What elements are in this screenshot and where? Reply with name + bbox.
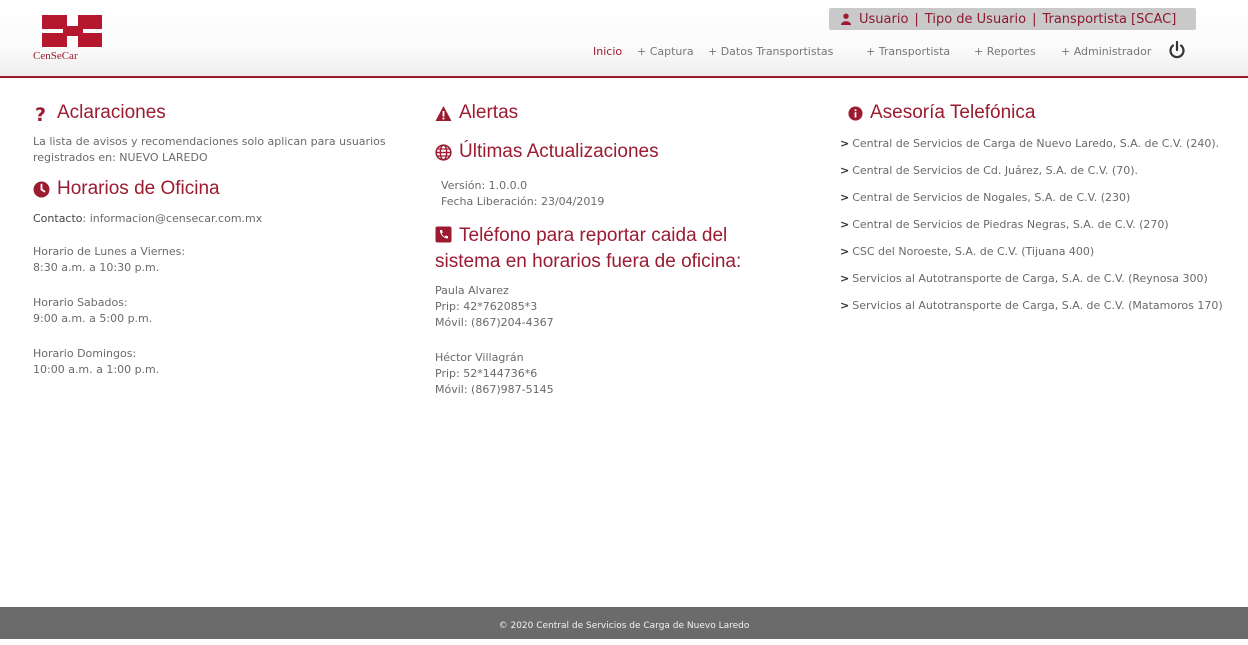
alertas-title: Alertas [459,102,519,123]
list-item[interactable]: > Central de Servicios de Piedras Negras,… [840,217,1225,233]
phone-heading: Teléfono para reportar caida del sistema… [435,223,785,275]
chevron-right-icon: > [840,272,850,285]
updates-title: Últimas Actualizaciones [459,141,659,162]
main-nav: Inicio + Captura + Datos Transportistas … [0,45,1248,63]
user-type: Tipo de Usuario [924,11,1027,27]
contact-name: Héctor Villagrán [435,351,524,364]
warning-icon [435,105,452,121]
contact-label: Contacto [33,212,83,225]
horarios-title: Horarios de Oficina [57,178,220,199]
list-item-label: Servicios al Autotransporte de Carga, S.… [852,299,1223,312]
sunday-value: 10:00 a.m. a 1:00 p.m. [33,363,160,376]
alertas-heading: Alertas [435,100,805,126]
separator: | [1032,11,1037,27]
weekdays-value: 8:30 a.m. a 10:30 p.m. [33,261,160,274]
asesoria-title: Asesoría Telefónica [870,102,1036,123]
contact-prip: Prip: 42*762085*3 [435,300,538,313]
user-role: Transportista [SCAC] [1042,11,1177,27]
aclaraciones-heading: ? Aclaraciones [33,100,403,126]
clock-icon [33,181,50,197]
column-middle: Alertas Últimas Actualizaciones Versión:… [425,100,805,398]
contact-mobile: Móvil: (867)204-4367 [435,316,554,329]
aclaraciones-title: Aclaraciones [57,102,166,123]
chevron-right-icon: > [840,137,850,150]
phone-title: Teléfono para reportar caida del sistema… [435,225,742,272]
nav-datos-transportistas[interactable]: + Datos Transportistas [708,45,833,58]
info-circle-icon [848,105,863,121]
globe-icon [435,143,452,161]
asesoria-list: > Central de Servicios de Carga de Nuevo … [840,136,1225,314]
separator: | [914,11,919,27]
chevron-right-icon: > [840,299,850,312]
nav-transportista[interactable]: + Transportista [866,45,950,58]
contact-line: Contacto: informacion@censecar.com.mx [33,211,403,227]
list-item-label: Central de Servicios de Nogales, S.A. de… [852,191,1131,204]
list-item[interactable]: > Servicios al Autotransporte de Carga, S… [840,298,1225,314]
footer-copyright: © 2020 Central de Servicios de Carga de … [498,621,750,631]
version: Versión: 1.0.0.0 [441,179,528,192]
list-item[interactable]: > Central de Servicios de Nogales, S.A. d… [840,190,1225,206]
user-info-bar[interactable]: Usuario | Tipo de Usuario | Transportist… [829,8,1196,30]
footer: © 2020 Central de Servicios de Carga de … [0,607,1248,639]
nav-inicio[interactable]: Inicio [593,45,622,58]
list-item-label: CSC del Noroeste, S.A. de C.V. (Tijuana … [852,245,1095,258]
nav-captura[interactable]: + Captura [637,45,694,58]
chevron-right-icon: > [840,218,850,231]
contact-prip: Prip: 52*144736*6 [435,367,538,380]
weekdays-label: Horario de Lunes a Viernes: [33,245,186,258]
list-item-label: Central de Servicios de Carga de Nuevo L… [852,137,1220,150]
list-item[interactable]: > Central de Servicios de Carga de Nuevo … [840,136,1225,152]
column-right: Asesoría Telefónica > Central de Servicio… [840,100,1225,325]
aclaraciones-text: La lista de avisos y recomendaciones sol… [33,135,386,164]
contact-email[interactable]: : informacion@censecar.com.mx [83,212,263,225]
nav-reportes[interactable]: + Reportes [974,45,1036,58]
horarios-heading: Horarios de Oficina [33,176,403,202]
list-item[interactable]: > Central de Servicios de Cd. Juárez, S.A… [840,163,1225,179]
release-date: Fecha Liberación: 23/04/2019 [441,195,605,208]
contact-name: Paula Alvarez [435,284,509,297]
contact-mobile: Móvil: (867)987-5145 [435,383,554,396]
updates-heading: Últimas Actualizaciones [435,139,805,165]
phone-contact: Héctor Villagrán Prip: 52*144736*6 Móvil… [435,350,805,398]
sunday-label: Horario Domingos: [33,347,137,360]
phone-square-icon [435,226,452,243]
saturday-value: 9:00 a.m. a 5:00 p.m. [33,312,153,325]
nav-administrador[interactable]: + Administrador [1061,45,1151,58]
list-item-label: Servicios al Autotransporte de Carga, S.… [852,272,1208,285]
user-icon [841,13,851,25]
list-item[interactable]: > Servicios al Autotransporte de Carga, S… [840,271,1225,287]
chevron-right-icon: > [840,245,850,258]
svg-text:?: ? [35,105,46,122]
chevron-right-icon: > [840,164,850,177]
question-icon: ? [35,105,46,122]
asesoria-heading: Asesoría Telefónica [848,100,1225,126]
list-item-label: Central de Servicios de Cd. Juárez, S.A.… [852,164,1138,177]
username: Usuario [859,11,909,27]
power-icon[interactable] [1167,40,1187,60]
list-item-label: Central de Servicios de Piedras Negras, … [852,218,1169,231]
phone-contact: Paula Alvarez Prip: 42*762085*3 Móvil: (… [435,283,805,331]
list-item[interactable]: > CSC del Noroeste, S.A. de C.V. (Tijuana… [840,244,1225,260]
header: CenSeCar Usuario | Tipo de Usuario | Tra… [0,0,1248,78]
saturday-label: Horario Sabados: [33,296,128,309]
column-left: ? Aclaraciones La lista de avisos y reco… [33,100,403,378]
chevron-right-icon: > [840,191,850,204]
